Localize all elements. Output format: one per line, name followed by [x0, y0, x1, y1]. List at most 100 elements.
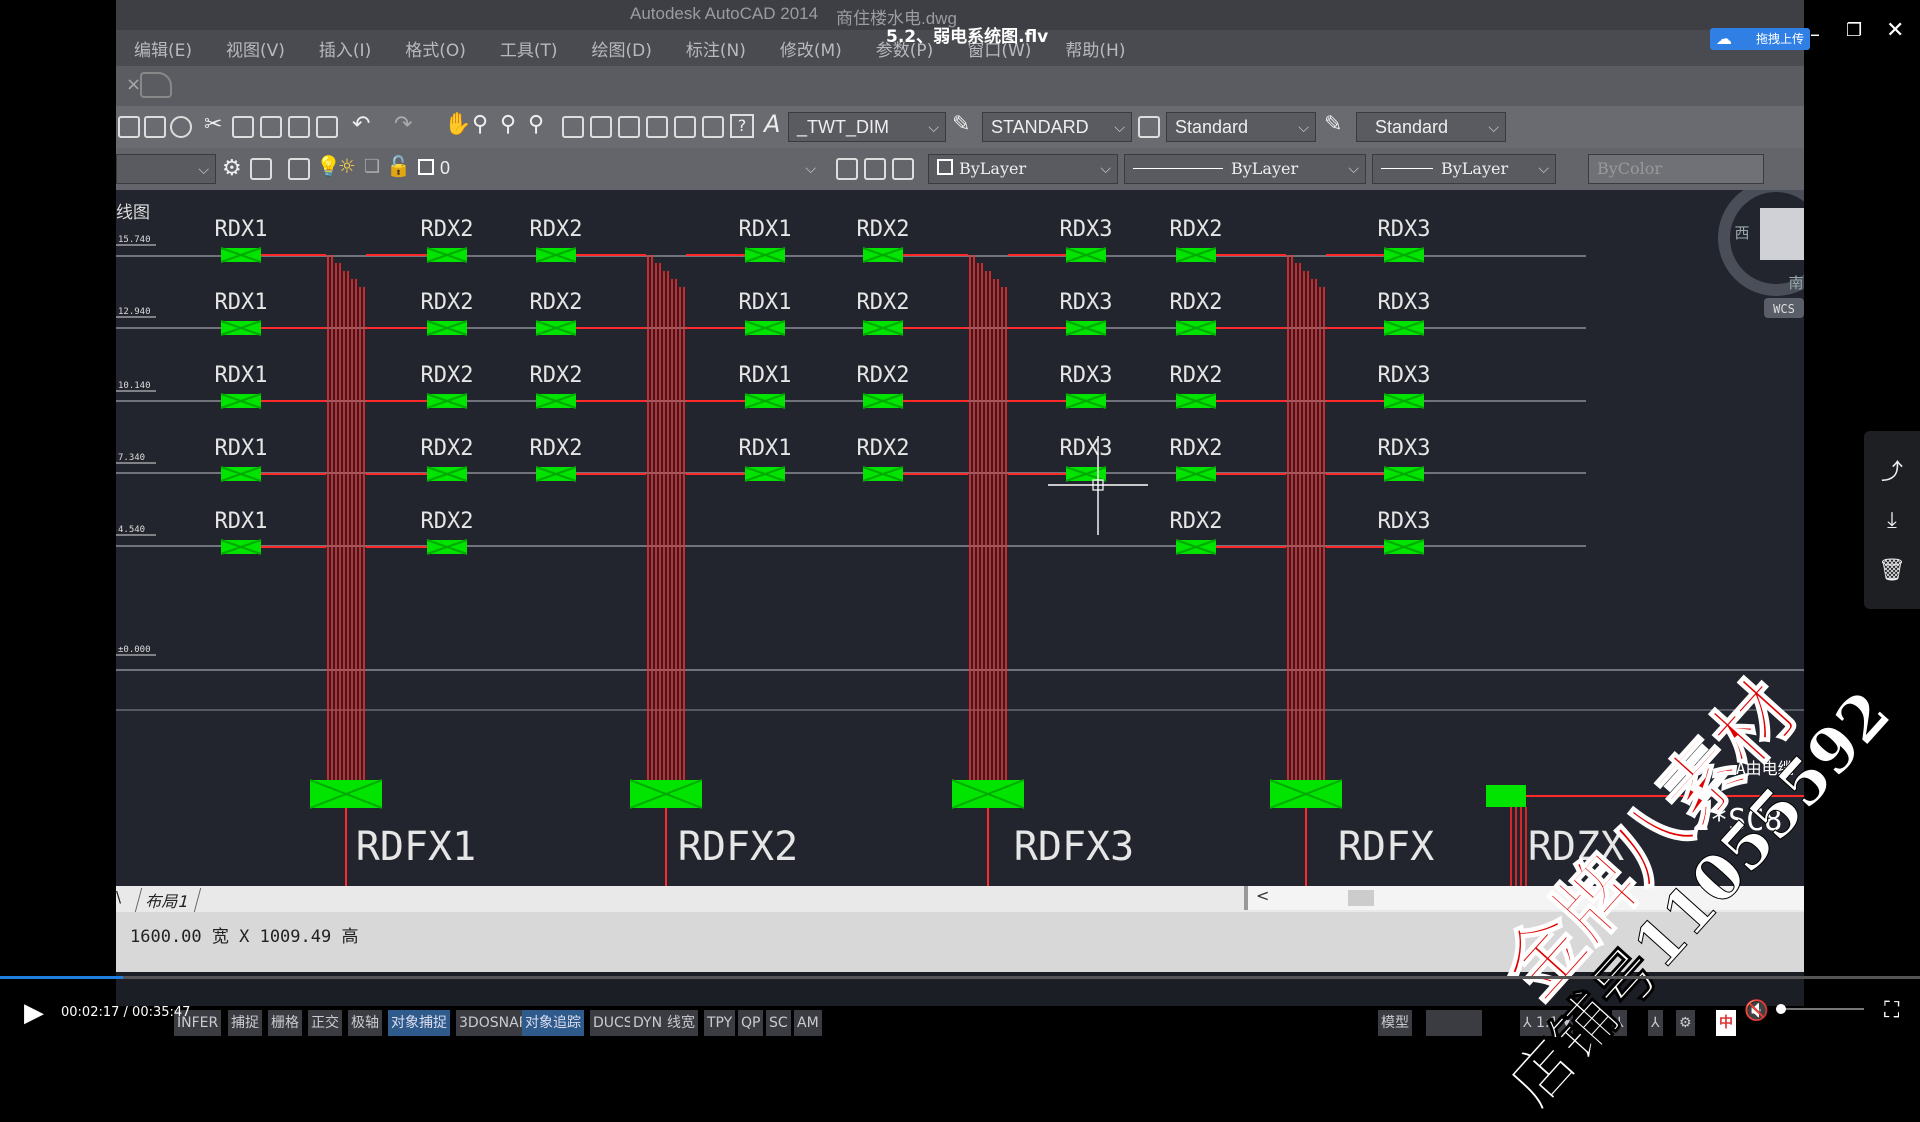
horizontal-scrollbar[interactable]: < — [1244, 886, 1804, 910]
table-style-icon[interactable] — [1138, 116, 1160, 138]
box-label: RDX1 — [215, 509, 268, 534]
layer-color-swatch — [418, 159, 434, 175]
minimize-icon[interactable]: – — [1810, 22, 1820, 46]
layout-tab-bar: \ 布局1 < — [116, 886, 1804, 912]
box-label: RDX2 — [857, 290, 910, 315]
dim-style-select[interactable]: _TWT_DIM ⌵ — [788, 112, 946, 142]
panel-label: RDFX1 — [356, 824, 476, 870]
multileader-style-select[interactable]: Standard ⌵ — [1356, 112, 1506, 142]
layer-properties-icon[interactable] — [250, 158, 272, 180]
box-label: RDX2 — [421, 509, 474, 534]
markup-icon[interactable] — [674, 116, 696, 138]
open-icon[interactable] — [118, 116, 140, 138]
command-window[interactable]: 1600.00 宽 X 1009.49 高 — [116, 912, 1804, 972]
dim-style-icon[interactable]: ✎ — [952, 112, 970, 137]
color-select[interactable]: ByLayer ⌵ — [928, 154, 1118, 184]
redo-icon[interactable]: ↷ — [394, 112, 412, 137]
cable-spec-note: 2*SC8 — [1692, 803, 1782, 838]
menu-item-tools[interactable]: 工具(T) — [500, 36, 558, 61]
menu-item-view[interactable]: 视图(V) — [226, 36, 285, 61]
tab-model[interactable]: \ — [116, 888, 121, 906]
freeze-icon[interactable]: ❏ — [364, 156, 380, 177]
sheet-set-icon[interactable] — [646, 116, 668, 138]
volume-knob[interactable] — [1776, 1004, 1786, 1014]
calculator-icon[interactable] — [702, 116, 724, 138]
menu-item-window[interactable]: 窗口(W) — [967, 36, 1031, 61]
sun-icon[interactable]: ☼ — [338, 154, 356, 178]
menu-item-modify[interactable]: 修改(M) — [780, 36, 842, 61]
drawing-canvas[interactable]: 线图 15.740 12.940 10.140 7.340 4.540 ±0.000 RDX1… — [116, 174, 1804, 886]
help-icon[interactable]: ? — [730, 114, 754, 138]
scroll-thumb[interactable] — [1348, 890, 1374, 906]
text-style-icon[interactable]: A — [764, 110, 780, 138]
plotstyle-select[interactable]: ByColor — [1588, 154, 1764, 184]
properties-icon[interactable] — [562, 116, 584, 138]
layer-select[interactable]: 0 ⌵ — [410, 154, 822, 184]
copy-icon[interactable] — [232, 116, 254, 138]
text-style-select[interactable]: STANDARD ⌵ — [982, 112, 1132, 142]
layer-state-icon[interactable] — [288, 158, 310, 180]
match-properties-icon[interactable] — [288, 116, 310, 138]
menu-item-help[interactable]: 帮助(H) — [1065, 36, 1125, 61]
lock-icon[interactable]: 🔓 — [386, 154, 411, 178]
make-current-icon[interactable] — [836, 158, 858, 180]
layer-match-icon[interactable] — [892, 158, 914, 180]
tool-palettes-icon[interactable] — [618, 116, 640, 138]
box-label: RDX2 — [530, 217, 583, 242]
menu-item-insert[interactable]: 插入(I) — [319, 36, 371, 61]
multileader-style-icon[interactable]: ✎ — [1324, 112, 1342, 137]
chevron-down-icon: ⌵ — [805, 160, 816, 176]
workspace-select[interactable]: ⌵ — [116, 154, 216, 184]
box-label: RDX2 — [421, 436, 474, 461]
menu-item-format[interactable]: 格式(O) — [405, 36, 466, 61]
progress-fill — [0, 976, 123, 979]
menu-item-draw[interactable]: 绘图(D) — [592, 36, 652, 61]
tab-layout1[interactable]: 布局1 — [134, 888, 202, 912]
delete-icon[interactable]: 🗑 — [1864, 545, 1920, 595]
menu-item-dimension[interactable]: 标注(N) — [686, 36, 746, 61]
undo-icon[interactable]: ↶ — [352, 112, 370, 137]
plot-icon[interactable] — [144, 116, 166, 138]
menu-bar: 编辑(E) 视图(V) 插入(I) 格式(O) 工具(T) 绘图(D) 标注(N… — [116, 30, 1804, 66]
box-label: RDX3 — [1060, 217, 1113, 242]
cut-icon[interactable]: ✂ — [204, 112, 222, 137]
box-label: RDX2 — [1170, 290, 1223, 315]
zoom-window-icon[interactable]: ⚲ — [500, 112, 516, 137]
block-editor-icon[interactable] — [316, 116, 338, 138]
box-label: RDX3 — [1378, 217, 1431, 242]
play-icon[interactable]: ▶ — [24, 998, 44, 1028]
restore-icon[interactable]: ❐ — [1846, 20, 1862, 41]
linetype-select[interactable]: ByLayer ⌵ — [1124, 154, 1366, 184]
paste-icon[interactable] — [260, 116, 282, 138]
box-label: RDX2 — [530, 436, 583, 461]
progress-track[interactable] — [0, 976, 1920, 979]
box-label: RDX3 — [1378, 363, 1431, 388]
zoom-realtime-icon[interactable]: ⚲ — [472, 112, 488, 137]
box-label: RDX2 — [421, 290, 474, 315]
multileader-style-value: Standard — [1375, 117, 1449, 137]
close-icon[interactable]: × — [126, 74, 141, 95]
panel-label: RDFX2 — [678, 824, 798, 870]
table-style-select[interactable]: Standard ⌵ — [1166, 112, 1316, 142]
publish-icon[interactable] — [170, 116, 192, 138]
video-player[interactable]: Autodesk AutoCAD 2014 商住楼水电.dwg 编辑(E) 视图… — [0, 0, 1920, 1121]
layer-previous-icon[interactable] — [864, 158, 886, 180]
share-icon[interactable]: ⤴ — [1864, 445, 1920, 495]
lineweight-select[interactable]: ByLayer ⌵ — [1372, 154, 1556, 184]
new-tab-icon[interactable] — [140, 72, 172, 98]
close-window-icon[interactable]: ✕ — [1886, 18, 1904, 43]
scroll-left-icon[interactable]: < — [1256, 886, 1269, 905]
fullscreen-icon[interactable]: ⛶ — [1884, 998, 1899, 1023]
panel-label: RDZX — [1528, 824, 1624, 870]
download-icon[interactable]: ⤓ — [1864, 495, 1920, 545]
design-center-icon[interactable] — [590, 116, 612, 138]
menu-item-parametric[interactable]: 参数(P) — [876, 36, 934, 61]
box-label: RDX3 — [1378, 509, 1431, 534]
gear-icon[interactable]: ⚙ — [222, 156, 242, 181]
volume-slider[interactable] — [1776, 1004, 1864, 1014]
zoom-previous-icon[interactable]: ⚲ — [528, 112, 544, 137]
menu-item-edit[interactable]: 编辑(E) — [134, 36, 192, 61]
panel-label: RDFX3 — [1014, 824, 1134, 870]
pan-icon[interactable]: ✋ — [444, 112, 471, 137]
mute-icon[interactable]: 🔇 — [1744, 998, 1769, 1022]
